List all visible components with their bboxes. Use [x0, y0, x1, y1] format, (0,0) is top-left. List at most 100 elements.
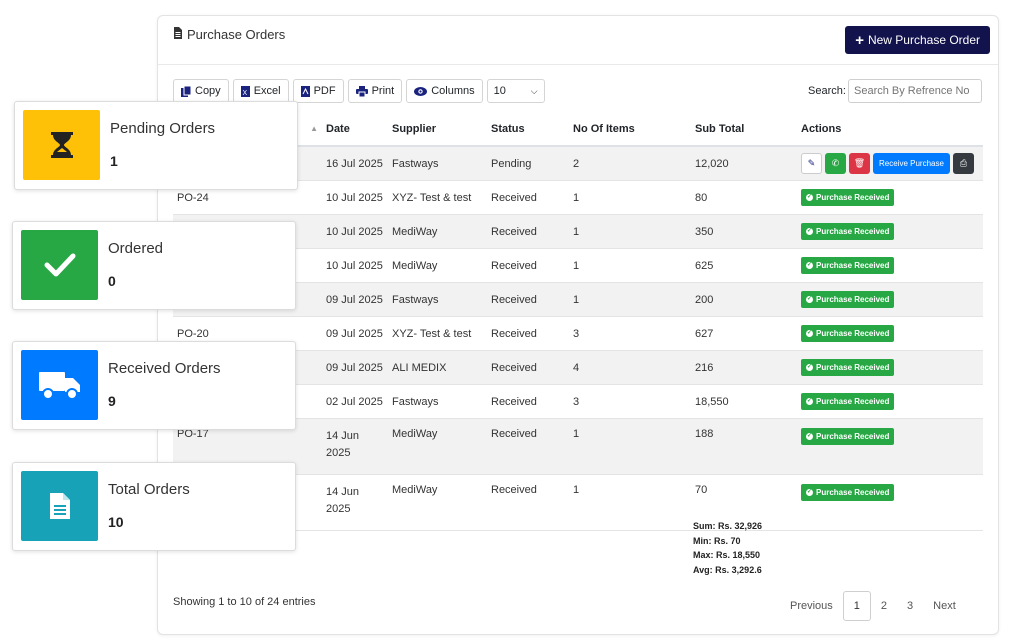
pagination-previous[interactable]: Previous	[780, 592, 843, 620]
item-count: 1	[569, 282, 691, 317]
column-header-subtotal[interactable]: Sub Total	[691, 112, 797, 147]
ordered-card: Ordered 0	[12, 221, 296, 310]
panel-header: Purchase Orders + New Purchase Order	[158, 16, 998, 65]
column-header-status[interactable]: Status	[487, 112, 569, 147]
summary-min: Min: Rs. 70	[693, 535, 741, 546]
check-circle-icon: ✓	[806, 489, 813, 496]
purchase-received-label: Purchase Received	[816, 432, 890, 441]
columns-label: Columns	[431, 85, 475, 97]
purchase-received-badge[interactable]: ✓ Purchase Received	[801, 359, 895, 376]
whatsapp-button[interactable]: ✆	[825, 153, 846, 174]
purchase-received-badge[interactable]: ✓ Purchase Received	[801, 484, 895, 501]
item-count: 1	[569, 474, 691, 531]
purchase-received-badge[interactable]: ✓ Purchase Received	[801, 223, 895, 240]
total-orders-card: Total Orders 10	[12, 462, 296, 551]
print-button[interactable]: Print	[347, 79, 403, 103]
sub-total: 12,020	[691, 146, 797, 181]
delete-button[interactable]: 🗑	[849, 153, 870, 174]
order-date: 02 Jul 2025	[322, 384, 388, 419]
receive-purchase-button[interactable]: Receive Purchase	[873, 153, 950, 174]
print-row-button[interactable]: ⎙	[952, 153, 974, 174]
sub-total: 350	[691, 214, 797, 249]
item-count: 1	[569, 248, 691, 283]
column-header-items[interactable]: No Of Items	[569, 112, 691, 147]
order-date: 14 Jun 2025	[322, 418, 388, 475]
supplier-name: ALI MEDIX	[388, 350, 487, 385]
received-orders-value: 9	[108, 393, 116, 409]
pdf-button[interactable]: PDF	[292, 79, 344, 103]
columns-button[interactable]: Columns	[406, 79, 483, 103]
purchase-received-badge[interactable]: ✓ Purchase Received	[801, 325, 895, 342]
total-orders-label: Total Orders	[108, 481, 190, 498]
purchase-received-label: Purchase Received	[816, 488, 890, 497]
whatsapp-icon: ✆	[831, 158, 840, 168]
pagination-page-2[interactable]: 2	[871, 592, 897, 620]
ordered-value: 0	[108, 273, 116, 289]
order-date: 14 Jun 2025	[322, 474, 388, 531]
trash-icon: 🗑	[853, 158, 866, 168]
purchase-received-badge[interactable]: ✓ Purchase Received	[801, 291, 895, 308]
sub-total: 200	[691, 282, 797, 317]
purchase-received-badge[interactable]: ✓ Purchase Received	[801, 189, 895, 206]
item-count: 2	[569, 146, 691, 181]
received-card-icon-box	[21, 350, 98, 420]
purchase-received-label: Purchase Received	[816, 363, 890, 372]
sub-total: 18,550	[691, 384, 797, 419]
item-count: 3	[569, 316, 691, 351]
order-date: 10 Jul 2025	[322, 214, 388, 249]
pdf-label: PDF	[313, 85, 336, 97]
supplier-name: XYZ- Test & test	[388, 180, 487, 215]
item-count: 1	[569, 214, 691, 249]
sub-total: 80	[691, 180, 797, 215]
row-actions: ✓ Purchase Received	[797, 180, 983, 215]
pending-actions: ✎ ✆ 🗑 Receive Purchase ⎙	[801, 153, 979, 174]
order-date: 09 Jul 2025	[322, 282, 388, 317]
page-length-select[interactable]: 10 ⌵	[486, 79, 545, 103]
column-header-date[interactable]: Date	[322, 112, 388, 147]
print-icon: ⎙	[959, 158, 968, 168]
purchase-received-label: Purchase Received	[816, 227, 890, 236]
item-count: 3	[569, 384, 691, 419]
purchase-received-label: Purchase Received	[816, 261, 890, 270]
order-status: Received	[487, 418, 569, 475]
purchase-received-badge[interactable]: ✓ Purchase Received	[801, 428, 895, 445]
purchase-received-label: Purchase Received	[816, 329, 890, 338]
purchase-received-badge[interactable]: ✓ Purchase Received	[801, 393, 895, 410]
purchase-received-badge[interactable]: ✓ Purchase Received	[801, 257, 895, 274]
ordered-label: Ordered	[108, 240, 164, 257]
document-icon	[173, 27, 183, 42]
check-circle-icon: ✓	[806, 330, 813, 337]
row-actions: ✓ Purchase Received	[797, 418, 983, 475]
copy-label: Copy	[195, 85, 221, 97]
new-purchase-order-button[interactable]: + New Purchase Order	[845, 26, 990, 54]
copy-button[interactable]: Copy	[173, 79, 229, 103]
row-actions: ✎ ✆ 🗑 Receive Purchase ⎙	[797, 146, 983, 181]
order-status: Received	[487, 316, 569, 351]
column-header-actions: Actions	[797, 112, 983, 147]
order-date: 16 Jul 2025	[322, 146, 388, 181]
order-date: 10 Jul 2025	[322, 180, 388, 215]
pagination-page-1[interactable]: 1	[842, 591, 871, 621]
check-circle-icon: ✓	[806, 433, 813, 440]
edit-icon: ✎	[807, 158, 816, 168]
pending-orders-value: 1	[110, 153, 118, 169]
order-date: 09 Jul 2025	[322, 350, 388, 385]
pagination-page-3[interactable]: 3	[897, 592, 923, 620]
pagination-next[interactable]: Next	[923, 592, 966, 620]
column-header-supplier[interactable]: Supplier	[388, 112, 487, 147]
summary-sum: Sum: Rs. 32,926	[693, 521, 763, 531]
order-status: Received	[487, 214, 569, 249]
supplier-name: MediWay	[388, 418, 487, 475]
sub-total: 625	[691, 248, 797, 283]
edit-button[interactable]: ✎	[801, 153, 822, 174]
item-count: 1	[569, 180, 691, 215]
summary-avg: Avg: Rs. 3,292.6	[693, 564, 762, 575]
print-icon	[355, 85, 368, 97]
print-label: Print	[371, 85, 395, 97]
supplier-name: MediWay	[388, 248, 487, 283]
order-status: Received	[487, 282, 569, 317]
export-toolbar: Copy X Excel PDF Print Columns 10 ⌵	[173, 79, 545, 103]
supplier-name: MediWay	[388, 214, 487, 249]
excel-button[interactable]: X Excel	[232, 79, 289, 103]
search-input[interactable]	[848, 79, 982, 103]
